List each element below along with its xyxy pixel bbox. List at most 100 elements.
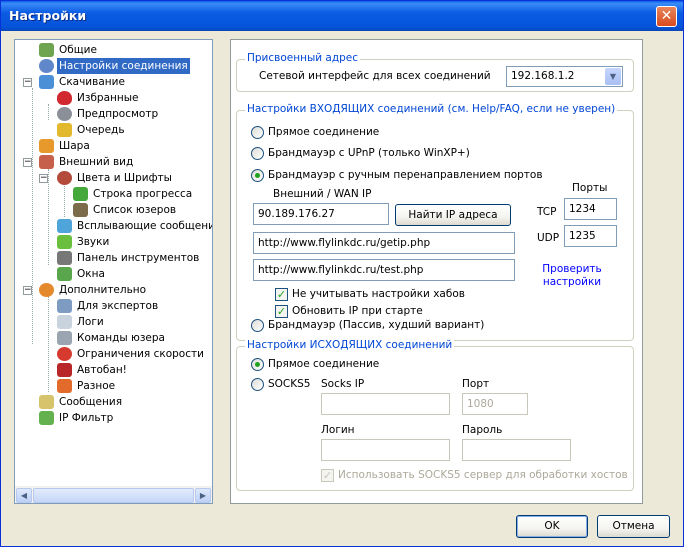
socks-login-label: Логин [321, 424, 355, 436]
tree-item-label: Окна [77, 268, 105, 280]
tree-item-windows[interactable]: Окна [15, 266, 212, 282]
tree-item-label: Избранные [77, 92, 139, 104]
settings-tree[interactable]: Общие Настройки соединения − Скачивание … [14, 39, 213, 504]
collapse-toggle[interactable]: − [39, 174, 48, 183]
title-bar[interactable]: Настройки ✕ [1, 1, 683, 31]
chevron-down-icon[interactable]: ▼ [605, 68, 621, 85]
checkbox-box: ✓ [321, 469, 334, 482]
tree-item-connection[interactable]: Настройки соединения [15, 58, 212, 74]
radio-label: Брандмауэр с ручным перенаправлением пор… [268, 169, 543, 181]
tree-item-sounds[interactable]: Звуки [15, 234, 212, 250]
general-icon [39, 43, 54, 57]
appearance-icon [39, 155, 54, 169]
tree-item-share[interactable]: Шара [15, 138, 212, 154]
tree-item-experts[interactable]: Для экспертов [15, 298, 212, 314]
checkbox-label: Не учитывать настройки хабов [292, 288, 465, 300]
wan-ip-label: Внешний / WAN IP [273, 188, 372, 200]
user-commands-icon [57, 331, 72, 345]
toolbar-icon [57, 251, 72, 265]
tree-item-progress[interactable]: Строка прогресса [15, 186, 212, 202]
tree-item-label: Всплывающие сообщения [77, 220, 213, 232]
getip-url-input[interactable]: http://www.flylinkdc.ru/getip.php [253, 232, 515, 254]
autoban-icon [57, 363, 72, 377]
tree-item-preview[interactable]: Предпросмотр [15, 106, 212, 122]
tree-item-appearance[interactable]: − Внешний вид [15, 154, 212, 170]
logs-icon [57, 315, 72, 329]
radio-label: Брандмауэр с UPnP (только WinXP+) [268, 147, 470, 159]
tree-item-autoban[interactable]: Автобан! [15, 362, 212, 378]
socks-password-label: Пароль [462, 424, 503, 436]
socks-login-input[interactable] [321, 439, 450, 461]
check-settings-line2: настройки [542, 276, 602, 288]
outgoing-caption: Настройки ИСХОДЯЩИХ соединений [245, 339, 455, 351]
queue-icon [57, 123, 72, 137]
scroll-left-icon[interactable]: ◀ [16, 488, 32, 503]
tree-item-user-list[interactable]: Список юзеров [15, 202, 212, 218]
tree-item-advanced[interactable]: − Дополнительно [15, 282, 212, 298]
wan-ip-input[interactable]: 90.189.176.27 [253, 203, 389, 225]
preview-icon [57, 107, 72, 121]
tree-item-label: IP Фильтр [59, 412, 114, 424]
radio-circle [251, 378, 264, 391]
tree-item-messages[interactable]: Сообщения [15, 394, 212, 410]
socks-ip-label: Socks IP [321, 378, 365, 390]
tree-item-label: Очередь [77, 124, 125, 136]
checkbox-label: Обновить IP при старте [292, 305, 423, 317]
check-settings-line1: Проверить [542, 263, 602, 275]
colors-fonts-icon [57, 171, 72, 185]
download-icon [39, 75, 54, 89]
close-button[interactable]: ✕ [656, 6, 677, 27]
tree-item-general[interactable]: Общие [15, 42, 212, 58]
collapse-toggle[interactable]: − [23, 78, 32, 87]
tree-item-colors-fonts[interactable]: − Цвета и Шрифты [15, 170, 212, 186]
tree-item-label: Список юзеров [93, 204, 177, 216]
popup-messages-icon [57, 219, 72, 233]
tree-item-label: Строка прогресса [93, 188, 193, 200]
find-ip-button[interactable]: Найти IP адреса [395, 204, 511, 226]
tree-item-misc[interactable]: Разное [15, 378, 212, 394]
socks-port-input[interactable]: 1080 [462, 393, 528, 415]
ip-filter-icon [39, 411, 54, 425]
ok-button[interactable]: OK [516, 515, 588, 538]
favorites-heart-icon [57, 91, 72, 105]
udp-port-input[interactable]: 1235 [564, 225, 617, 247]
tree-item-user-commands[interactable]: Команды юзера [15, 330, 212, 346]
test-url-input[interactable]: http://www.flylinkdc.ru/test.php [253, 259, 515, 281]
tree-item-ip-filter[interactable]: IP Фильтр [15, 410, 212, 426]
tcp-port-input[interactable]: 1234 [564, 198, 617, 220]
sounds-icon [57, 235, 72, 249]
tree-item-download[interactable]: − Скачивание [15, 74, 212, 90]
tree-horizontal-scrollbar[interactable]: ◀ ▶ [15, 486, 212, 503]
tree-item-favorites[interactable]: Избранные [15, 90, 212, 106]
collapse-toggle[interactable]: − [23, 286, 32, 295]
tree-item-queue[interactable]: Очередь [15, 122, 212, 138]
tree-item-label: Общие [59, 44, 97, 56]
collapse-toggle[interactable]: − [23, 158, 32, 167]
tree-item-label: Цвета и Шрифты [77, 172, 172, 184]
tree-item-popups[interactable]: Всплывающие сообщения [15, 218, 212, 234]
network-interface-select[interactable]: 192.168.1.2 ▼ [506, 66, 623, 87]
tree-item-logs[interactable]: Логи [15, 314, 212, 330]
tree-item-speed-limit[interactable]: Ограничения скорости [15, 346, 212, 362]
tree-item-label: Разное [77, 380, 116, 392]
tree-item-label: Логи [77, 316, 104, 328]
tree-item-toolbar[interactable]: Панель инструментов [15, 250, 212, 266]
tree-item-label: Предпросмотр [77, 108, 159, 120]
experts-icon [57, 299, 72, 313]
scroll-right-icon[interactable]: ▶ [195, 488, 211, 503]
cancel-button[interactable]: Отмена [597, 515, 670, 538]
incoming-caption: Настройки ВХОДЯЩИХ соединений (см. Help/… [245, 103, 618, 115]
settings-window: Настройки ✕ Общие Настройки соединения −… [0, 0, 684, 547]
scroll-thumb[interactable] [33, 488, 194, 503]
messages-icon [39, 395, 54, 409]
tree-item-label: Звуки [77, 236, 110, 248]
tree-item-label: Команды юзера [77, 332, 165, 344]
misc-icon [57, 379, 72, 393]
window-title: Настройки [9, 8, 87, 23]
check-settings-link[interactable]: Проверить настройки [537, 263, 607, 289]
advanced-icon [39, 283, 54, 297]
socks-ip-input[interactable] [321, 393, 450, 415]
socks-password-input[interactable] [462, 439, 571, 461]
windows-icon [57, 267, 72, 281]
tree-item-label: Шара [59, 140, 90, 152]
